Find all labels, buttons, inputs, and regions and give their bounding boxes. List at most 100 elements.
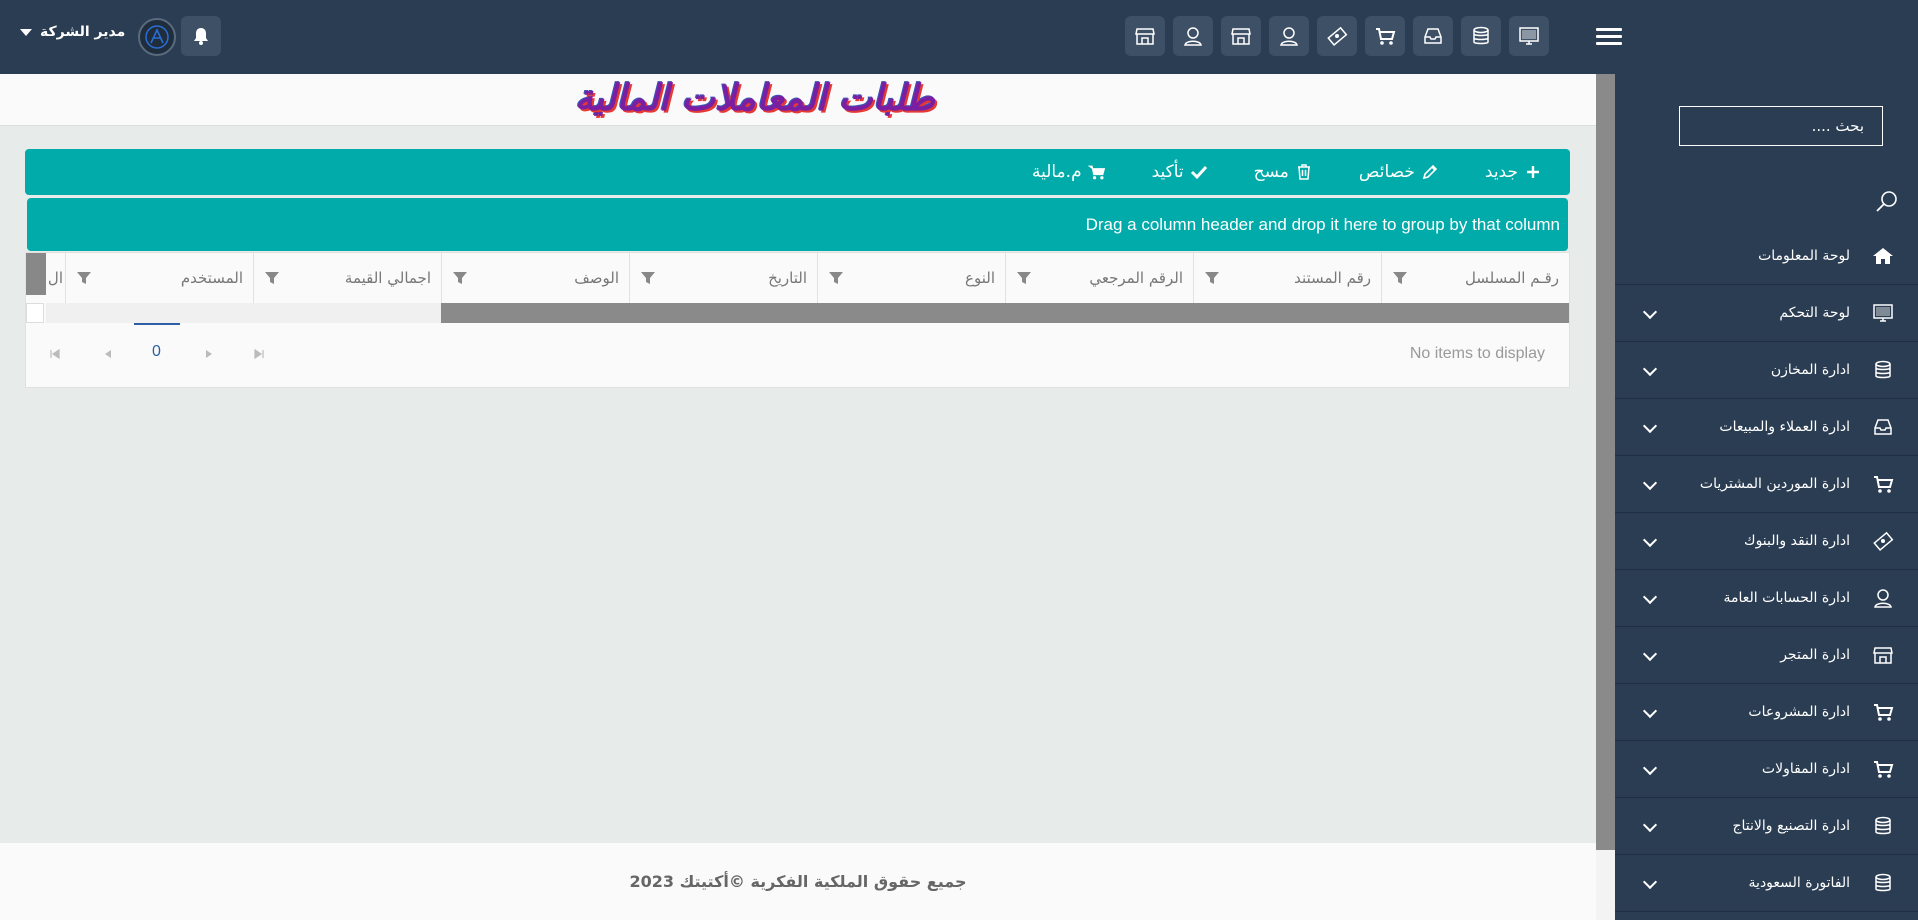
sidebar-item-label: ادارة النقد والبنوك bbox=[1744, 533, 1850, 549]
chevron-down-icon bbox=[1642, 817, 1658, 833]
sidebar-search-input[interactable] bbox=[1679, 106, 1883, 146]
sidebar-item-label: ادارة المقاولات bbox=[1761, 761, 1850, 777]
inbox-icon[interactable] bbox=[1413, 16, 1453, 56]
database-icon bbox=[1870, 813, 1896, 839]
confirm-button[interactable]: تأكيد bbox=[1152, 162, 1208, 182]
sidebar-item-dashboard[interactable]: لوحة المعلومات bbox=[1615, 228, 1918, 285]
financial-button[interactable]: م.مالية bbox=[1032, 162, 1106, 182]
grid-horizontal-scrollbar-thumb[interactable] bbox=[441, 303, 1569, 323]
page-scrollbar[interactable] bbox=[1596, 74, 1615, 920]
page-title: طلبات المعاملات المالية bbox=[575, 78, 936, 119]
sidebar-item-suppliers-purchases[interactable]: ادارة الموردين المشتريات bbox=[1615, 456, 1918, 513]
scrollbar-thumb[interactable] bbox=[1596, 74, 1615, 850]
chevron-down-icon bbox=[1642, 589, 1658, 605]
sidebar-item-store[interactable]: ادارة المتجر bbox=[1615, 627, 1918, 684]
avatar[interactable] bbox=[138, 18, 176, 56]
sidebar-item-label: ادارة المشروعات bbox=[1748, 704, 1850, 720]
column-label: النوع bbox=[965, 269, 995, 287]
column-label: الرقم المرجعي bbox=[1089, 269, 1183, 287]
monitor-icon[interactable] bbox=[1509, 16, 1549, 56]
column-header-description[interactable]: الوصف bbox=[441, 253, 629, 303]
column-header-serial[interactable]: رقـم المسلسل bbox=[1381, 253, 1569, 303]
sidebar-item-control-panel[interactable]: لوحة التحكم bbox=[1615, 285, 1918, 342]
quick-access-bar bbox=[1125, 16, 1549, 56]
group-by-panel[interactable]: Drag a column header and drop it here to… bbox=[27, 198, 1568, 251]
delete-button[interactable]: مسح bbox=[1254, 162, 1313, 182]
search-icon[interactable] bbox=[1874, 188, 1900, 214]
sidebar-item-cash-banks[interactable]: ادارة النقد والبنوك bbox=[1615, 513, 1918, 570]
monitor-icon bbox=[1870, 300, 1896, 326]
column-label: المستخدم bbox=[180, 269, 243, 287]
filter-icon[interactable] bbox=[640, 270, 656, 286]
sidebar-item-label: لوحة التحكم bbox=[1779, 305, 1850, 321]
filter-icon[interactable] bbox=[452, 270, 468, 286]
sidebar-item-manufacturing[interactable]: ادارة التصنيع والانتاج bbox=[1615, 798, 1918, 855]
sidebar-item-warehouses[interactable]: ادارة المخازن bbox=[1615, 342, 1918, 399]
grid-scroll-left[interactable] bbox=[26, 303, 44, 323]
inbox-icon bbox=[1870, 414, 1896, 440]
cart-icon bbox=[1870, 756, 1896, 782]
confirm-button-label: تأكيد bbox=[1151, 162, 1184, 182]
money-bill-icon[interactable] bbox=[1317, 16, 1357, 56]
shop-icon bbox=[1870, 642, 1896, 668]
chevron-down-icon bbox=[1642, 418, 1658, 434]
database-icon bbox=[1870, 870, 1896, 896]
edit-button-label: خصائص bbox=[1358, 162, 1415, 182]
previous-page-icon[interactable] bbox=[101, 347, 115, 361]
bell-icon bbox=[194, 28, 208, 45]
chevron-down-icon bbox=[1642, 703, 1658, 719]
last-page-icon[interactable] bbox=[252, 347, 266, 361]
column-label: رقم المستند bbox=[1294, 269, 1371, 287]
pager-indicator bbox=[134, 323, 180, 325]
logo-icon bbox=[145, 25, 169, 49]
sidebar-item-contracting[interactable]: ادارة المقاولات bbox=[1615, 741, 1918, 798]
filter-icon[interactable] bbox=[76, 270, 92, 286]
next-page-icon[interactable] bbox=[202, 347, 216, 361]
column-header-total-value[interactable]: اجمالي القيمة bbox=[253, 253, 441, 303]
column-header-user[interactable]: المستخدم bbox=[65, 253, 253, 303]
filter-icon[interactable] bbox=[1204, 270, 1220, 286]
filter-icon[interactable] bbox=[1392, 270, 1408, 286]
grid-scroll-track[interactable] bbox=[46, 303, 441, 323]
sidebar-item-label: ادارة المتجر bbox=[1780, 647, 1850, 663]
new-button[interactable]: جديد bbox=[1485, 162, 1542, 182]
footer: جميع حقوق الملكية الفكرية ©أكتيتك 2023 bbox=[0, 843, 1596, 920]
sidebar-item-customers-sales[interactable]: ادارة العملاء والمبيعات bbox=[1615, 399, 1918, 456]
user-name: مدير الشركة bbox=[40, 24, 126, 40]
page-number[interactable]: 0 bbox=[152, 343, 161, 361]
edit-button[interactable]: خصائص bbox=[1359, 162, 1439, 182]
sidebar-item-saudi-invoice[interactable]: الفاتورة السعودية bbox=[1615, 855, 1918, 912]
cart-icon bbox=[1087, 163, 1106, 181]
top-bar: مدير الشركة bbox=[0, 0, 1918, 74]
pencil-icon bbox=[1421, 163, 1439, 181]
column-header-document-number[interactable]: رقم المستند bbox=[1193, 253, 1381, 303]
user-icon[interactable] bbox=[1173, 16, 1213, 56]
user-menu[interactable]: مدير الشركة bbox=[20, 24, 125, 40]
user-icon[interactable] bbox=[1269, 16, 1309, 56]
sidebar-item-general-accounts[interactable]: ادارة الحسابات العامة bbox=[1615, 570, 1918, 627]
caret-down-icon bbox=[20, 28, 32, 36]
plus-icon bbox=[1524, 163, 1542, 181]
shop-icon[interactable] bbox=[1125, 16, 1165, 56]
filter-icon[interactable] bbox=[828, 270, 844, 286]
sidebar-item-projects[interactable]: ادارة المشروعات bbox=[1615, 684, 1918, 741]
database-icon[interactable] bbox=[1461, 16, 1501, 56]
first-page-icon[interactable] bbox=[48, 347, 62, 361]
menu-toggle-button[interactable] bbox=[1596, 24, 1622, 50]
action-toolbar: جديد خصائص مسح تأكيد م.مالية bbox=[25, 149, 1570, 195]
trash-icon bbox=[1295, 163, 1313, 181]
shop-icon[interactable] bbox=[1221, 16, 1261, 56]
column-header-date[interactable]: التاريخ bbox=[629, 253, 817, 303]
user-icon bbox=[1870, 585, 1896, 611]
column-label: رقـم المسلسل bbox=[1464, 269, 1559, 287]
notifications-button[interactable] bbox=[181, 16, 221, 56]
new-button-label: جديد bbox=[1484, 162, 1518, 182]
filter-icon[interactable] bbox=[264, 270, 280, 286]
grid-scroll-handle[interactable] bbox=[26, 253, 46, 295]
column-label: ال bbox=[47, 269, 63, 287]
column-header-reference-number[interactable]: الرقم المرجعي bbox=[1005, 253, 1193, 303]
group-by-hint: Drag a column header and drop it here to… bbox=[1085, 214, 1560, 234]
cart-icon[interactable] bbox=[1365, 16, 1405, 56]
column-header-type[interactable]: النوع bbox=[817, 253, 1005, 303]
filter-icon[interactable] bbox=[1016, 270, 1032, 286]
